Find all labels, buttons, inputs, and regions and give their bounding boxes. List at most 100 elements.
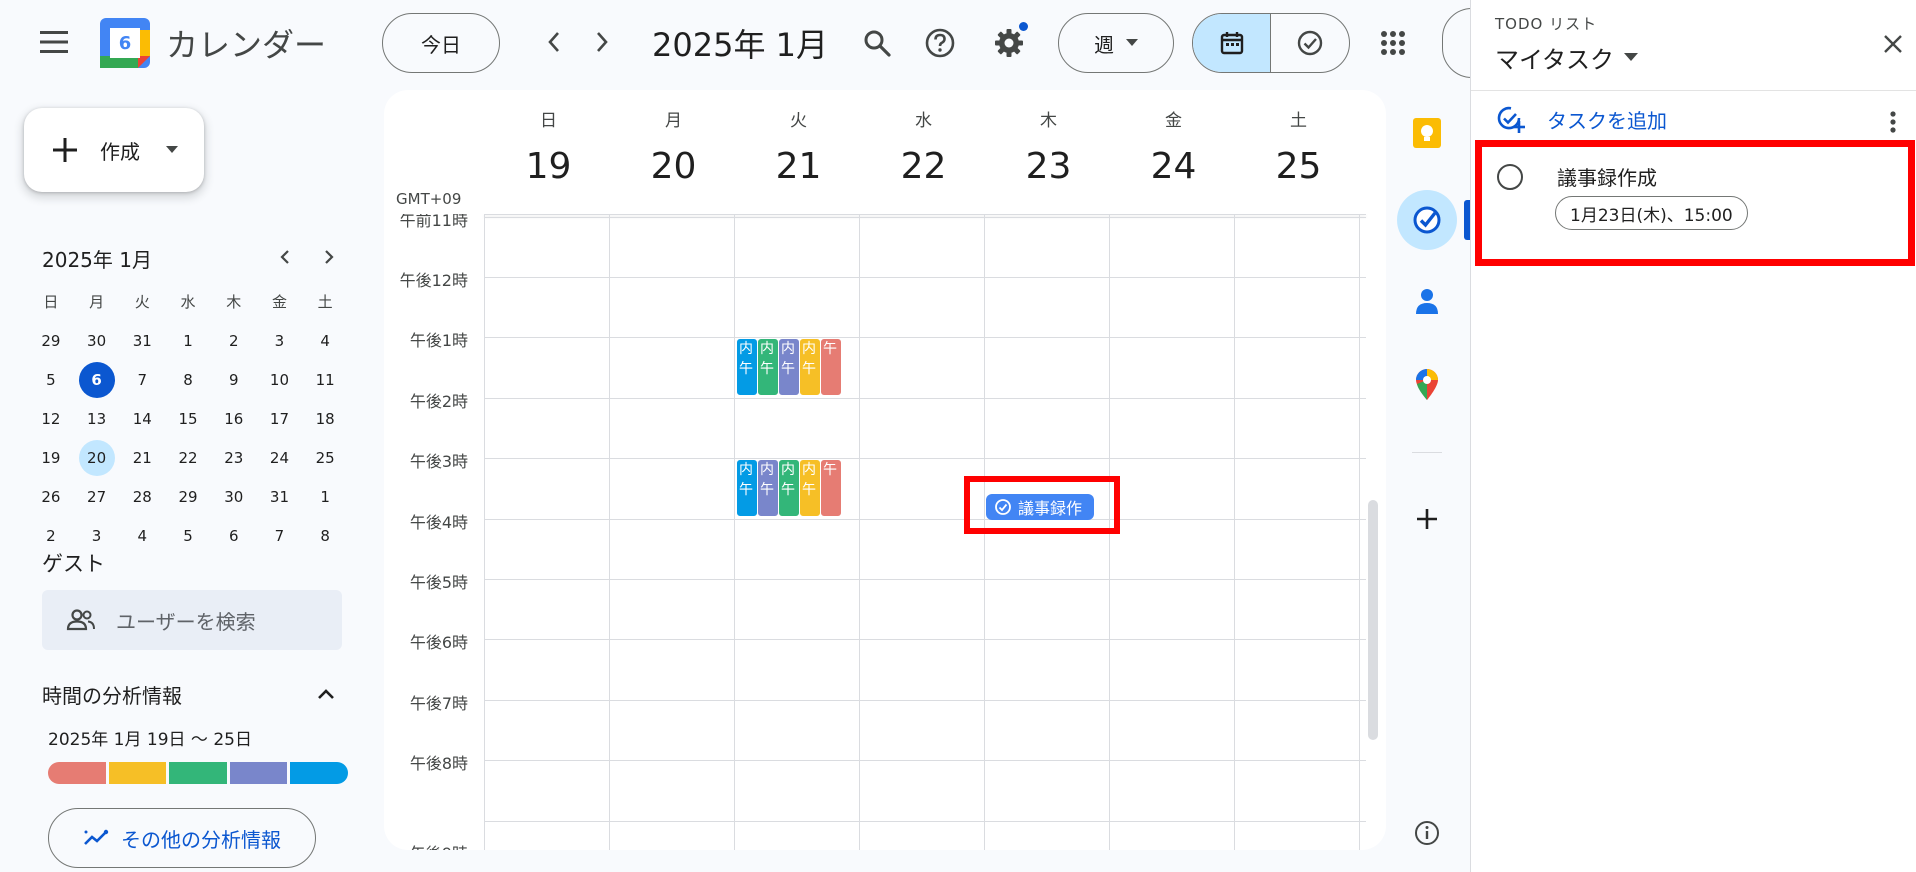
mini-day[interactable]: 31 <box>257 479 303 515</box>
mini-day[interactable]: 30 <box>74 323 120 359</box>
mini-day[interactable]: 17 <box>257 401 303 437</box>
mini-day[interactable]: 24 <box>257 440 303 476</box>
mini-prev-button[interactable] <box>268 240 302 274</box>
mini-day[interactable]: 30 <box>211 479 257 515</box>
vertical-scrollbar[interactable] <box>1368 500 1378 740</box>
mini-day[interactable]: 3 <box>257 323 303 359</box>
mini-day[interactable]: 5 <box>165 518 211 554</box>
day-header[interactable]: 火 21 <box>736 90 861 210</box>
mini-day[interactable]: 6 <box>74 361 120 398</box>
day-header[interactable]: 水 22 <box>861 90 986 210</box>
mini-day[interactable]: 4 <box>302 323 348 359</box>
task-chip[interactable]: 議事録作 <box>986 494 1094 520</box>
mini-day[interactable]: 1 <box>165 323 211 359</box>
calendar-event[interactable]: 内午 <box>799 338 821 396</box>
help-button[interactable] <box>915 18 965 68</box>
mini-day[interactable]: 25 <box>302 440 348 476</box>
today-button[interactable]: 今日 <box>382 13 500 73</box>
mini-day[interactable]: 29 <box>28 323 74 359</box>
mini-day[interactable]: 11 <box>302 362 348 398</box>
mini-day[interactable]: 8 <box>165 362 211 398</box>
mini-next-button[interactable] <box>312 240 346 274</box>
close-panel-button[interactable] <box>1873 24 1913 64</box>
task-due-chip[interactable]: 1月23日(木)、15:00 <box>1555 196 1748 230</box>
calendar-event[interactable]: 内午 <box>736 338 758 396</box>
day-header[interactable]: 土 25 <box>1236 90 1361 210</box>
add-task-button[interactable]: タスクを追加 <box>1495 104 1667 134</box>
calendar-mode-button[interactable] <box>1193 14 1271 72</box>
day-header[interactable]: 日 19 <box>486 90 611 210</box>
time-grid: 午前11時 午後12時 午後1時 午後2時 午後3時 午後4時 午後5時 午後6時 午後7時午… <box>384 214 1386 850</box>
mini-day-number: 15 <box>178 409 198 428</box>
more-insights-button[interactable]: その他の分析情報 <box>48 808 316 868</box>
task-item[interactable]: 議事録作成 1月23日(木)、15:00 <box>1489 152 1899 252</box>
day-header[interactable]: 金 24 <box>1111 90 1236 210</box>
info-button[interactable] <box>1402 808 1452 858</box>
calendar-event[interactable]: 内午 <box>778 459 800 517</box>
mini-day[interactable]: 20 <box>74 439 120 476</box>
mini-day[interactable]: 22 <box>165 440 211 476</box>
mini-day[interactable]: 6 <box>211 518 257 554</box>
mini-day[interactable]: 18 <box>302 401 348 437</box>
tasks-panel: TODO リスト マイタスク タスクを追加 議事録作成 1月23日(木)、15:… <box>1470 0 1916 872</box>
mini-day[interactable]: 5 <box>28 362 74 398</box>
tasks-rail-button[interactable] <box>1397 190 1457 250</box>
mini-day[interactable]: 28 <box>119 479 165 515</box>
mini-day[interactable]: 14 <box>119 401 165 437</box>
next-period-button[interactable] <box>580 20 624 64</box>
day-number: 23 <box>1025 146 1072 187</box>
task-list-select[interactable]: マイタスク <box>1495 40 1639 75</box>
more-options-button[interactable] <box>1875 104 1911 140</box>
rail-divider <box>1412 452 1442 453</box>
tasks-mode-button[interactable] <box>1271 14 1349 72</box>
get-addons-button[interactable] <box>1402 494 1452 544</box>
prev-period-button[interactable] <box>532 20 576 64</box>
day-column-line <box>859 214 860 850</box>
mini-day[interactable]: 10 <box>257 362 303 398</box>
create-button[interactable]: 作成 <box>24 108 204 192</box>
mini-day[interactable]: 26 <box>28 479 74 515</box>
task-complete-checkbox[interactable] <box>1497 164 1523 190</box>
search-users-input[interactable]: ユーザーを検索 <box>42 590 342 650</box>
mini-day[interactable]: 15 <box>165 401 211 437</box>
mini-day[interactable]: 7 <box>257 518 303 554</box>
mini-day[interactable]: 4 <box>119 518 165 554</box>
mini-day[interactable]: 12 <box>28 401 74 437</box>
apps-button[interactable] <box>1368 18 1418 68</box>
calendar-event[interactable]: 午 <box>820 338 842 396</box>
mini-day[interactable]: 29 <box>165 479 211 515</box>
mini-day[interactable]: 7 <box>119 362 165 398</box>
calendar-event[interactable]: 内午 <box>757 338 779 396</box>
mini-day[interactable]: 19 <box>28 440 74 476</box>
mini-day-number: 29 <box>41 331 61 350</box>
mini-day[interactable]: 23 <box>211 440 257 476</box>
mini-day[interactable]: 21 <box>119 440 165 476</box>
calendar-event[interactable]: 午 <box>820 459 842 517</box>
view-select[interactable]: 週 <box>1058 13 1174 73</box>
keep-button[interactable] <box>1402 108 1452 158</box>
mini-day[interactable]: 31 <box>119 323 165 359</box>
calendar-event[interactable]: 内午 <box>799 459 821 517</box>
settings-button[interactable] <box>984 18 1034 68</box>
main-menu-button[interactable] <box>30 18 78 66</box>
mini-day[interactable]: 9 <box>211 362 257 398</box>
search-button[interactable] <box>852 18 902 68</box>
day-header[interactable]: 木 23 <box>986 90 1111 210</box>
maps-button[interactable] <box>1402 360 1452 410</box>
calendar-event[interactable]: 内午 <box>757 459 779 517</box>
mini-day-number: 14 <box>132 409 152 428</box>
mini-day[interactable]: 27 <box>74 479 120 515</box>
gear-icon <box>995 29 1023 57</box>
insights-collapse-button[interactable] <box>308 676 344 712</box>
day-header[interactable]: 月 20 <box>611 90 736 210</box>
calendar-event[interactable]: 内午 <box>778 338 800 396</box>
mini-day[interactable]: 13 <box>74 401 120 437</box>
mini-day[interactable]: 1 <box>302 479 348 515</box>
mini-day[interactable]: 8 <box>302 518 348 554</box>
calendar-event[interactable]: 内午 <box>736 459 758 517</box>
insights-segment <box>229 762 288 784</box>
mini-day[interactable]: 2 <box>211 323 257 359</box>
header-column-separator <box>1109 214 1110 244</box>
contacts-button[interactable] <box>1402 276 1452 326</box>
mini-day[interactable]: 16 <box>211 401 257 437</box>
